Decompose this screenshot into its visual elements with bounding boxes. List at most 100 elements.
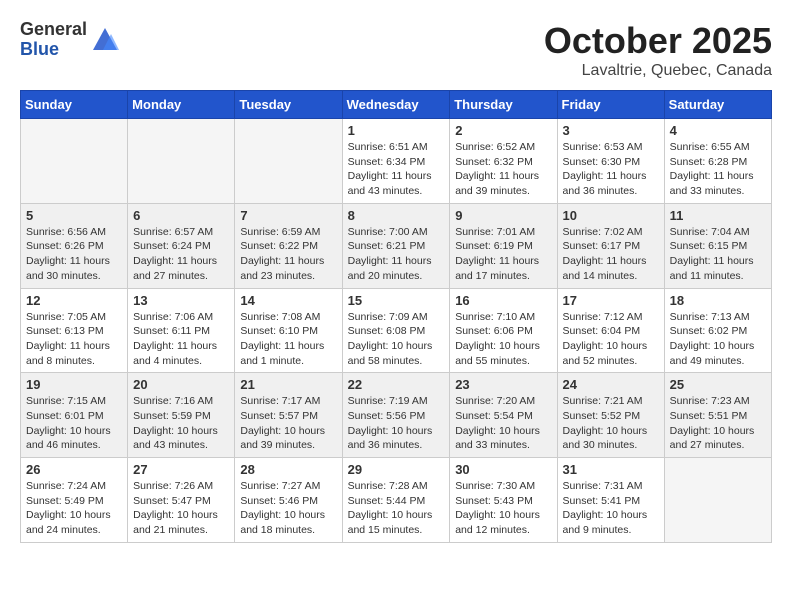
day-info: Sunrise: 7:10 AMSunset: 6:06 PMDaylight:… [455,310,551,369]
calendar-week-row: 5 Sunrise: 6:56 AMSunset: 6:26 PMDaylight… [21,203,772,288]
day-info: Sunrise: 7:08 AMSunset: 6:10 PMDaylight:… [240,310,336,369]
day-number: 30 [455,462,551,477]
calendar-cell: 5 Sunrise: 6:56 AMSunset: 6:26 PMDaylight… [21,203,128,288]
day-number: 14 [240,293,336,308]
day-number: 26 [26,462,122,477]
day-info: Sunrise: 7:28 AMSunset: 5:44 PMDaylight:… [348,479,445,538]
day-info: Sunrise: 7:13 AMSunset: 6:02 PMDaylight:… [670,310,766,369]
page-header: General Blue October 2025 Lavaltrie, Que… [20,20,772,80]
calendar-cell: 29 Sunrise: 7:28 AMSunset: 5:44 PMDayligh… [342,458,450,543]
calendar-week-row: 1Sunrise: 6:51 AMSunset: 6:34 PMDaylight… [21,119,772,204]
day-info: Sunrise: 7:01 AMSunset: 6:19 PMDaylight:… [455,225,551,284]
day-info: Sunrise: 7:16 AMSunset: 5:59 PMDaylight:… [133,394,229,453]
day-info: Sunrise: 7:30 AMSunset: 5:43 PMDaylight:… [455,479,551,538]
day-number: 23 [455,377,551,392]
day-number: 24 [563,377,659,392]
day-info: Sunrise: 6:53 AMSunset: 6:30 PMDaylight:… [563,140,659,199]
day-number: 16 [455,293,551,308]
day-number: 12 [26,293,122,308]
calendar-cell: 28 Sunrise: 7:27 AMSunset: 5:46 PMDayligh… [235,458,342,543]
logo: General Blue [20,20,119,60]
day-info: Sunrise: 6:51 AMSunset: 6:34 PMDaylight:… [348,140,445,199]
day-info: Sunrise: 7:23 AMSunset: 5:51 PMDaylight:… [670,394,766,453]
day-info: Sunrise: 7:21 AMSunset: 5:52 PMDaylight:… [563,394,659,453]
calendar-cell [664,458,771,543]
calendar-table: SundayMondayTuesdayWednesdayThursdayFrid… [20,90,772,543]
day-number: 5 [26,208,122,223]
calendar-cell: 17Sunrise: 7:12 AMSunset: 6:04 PMDayligh… [557,288,664,373]
calendar-cell: 24 Sunrise: 7:21 AMSunset: 5:52 PMDayligh… [557,373,664,458]
calendar-cell: 15 Sunrise: 7:09 AMSunset: 6:08 PMDayligh… [342,288,450,373]
weekday-header-row: SundayMondayTuesdayWednesdayThursdayFrid… [21,91,772,119]
calendar-cell: 26 Sunrise: 7:24 AMSunset: 5:49 PMDayligh… [21,458,128,543]
calendar-cell: 16 Sunrise: 7:10 AMSunset: 6:06 PMDayligh… [450,288,557,373]
calendar-cell: 12Sunrise: 7:05 AMSunset: 6:13 PMDayligh… [21,288,128,373]
day-info: Sunrise: 7:27 AMSunset: 5:46 PMDaylight:… [240,479,336,538]
location-text: Lavaltrie, Quebec, Canada [544,62,772,80]
calendar-cell: 11 Sunrise: 7:04 AMSunset: 6:15 PMDayligh… [664,203,771,288]
calendar-cell: 9 Sunrise: 7:01 AMSunset: 6:19 PMDaylight… [450,203,557,288]
day-info: Sunrise: 6:56 AMSunset: 6:26 PMDaylight:… [26,225,122,284]
day-info: Sunrise: 7:04 AMSunset: 6:15 PMDaylight:… [670,225,766,284]
calendar-cell: 20 Sunrise: 7:16 AMSunset: 5:59 PMDayligh… [128,373,235,458]
day-number: 11 [670,208,766,223]
day-number: 25 [670,377,766,392]
calendar-cell: 4Sunrise: 6:55 AMSunset: 6:28 PMDaylight… [664,119,771,204]
day-info: Sunrise: 7:12 AMSunset: 6:04 PMDaylight:… [563,310,659,369]
day-info: Sunrise: 7:06 AMSunset: 6:11 PMDaylight:… [133,310,229,369]
day-info: Sunrise: 6:59 AMSunset: 6:22 PMDaylight:… [240,225,336,284]
day-info: Sunrise: 7:00 AMSunset: 6:21 PMDaylight:… [348,225,445,284]
calendar-cell [128,119,235,204]
weekday-header-sunday: Sunday [21,91,128,119]
logo-blue-text: Blue [20,40,87,60]
calendar-cell: 2 Sunrise: 6:52 AMSunset: 6:32 PMDaylight… [450,119,557,204]
day-number: 29 [348,462,445,477]
day-number: 19 [26,377,122,392]
day-info: Sunrise: 7:20 AMSunset: 5:54 PMDaylight:… [455,394,551,453]
day-number: 6 [133,208,229,223]
weekday-header-saturday: Saturday [664,91,771,119]
calendar-cell: 3 Sunrise: 6:53 AMSunset: 6:30 PMDaylight… [557,119,664,204]
calendar-cell: 27 Sunrise: 7:26 AMSunset: 5:47 PMDayligh… [128,458,235,543]
calendar-cell: 7Sunrise: 6:59 AMSunset: 6:22 PMDaylight… [235,203,342,288]
day-info: Sunrise: 7:31 AMSunset: 5:41 PMDaylight:… [563,479,659,538]
calendar-cell: 6 Sunrise: 6:57 AMSunset: 6:24 PMDaylight… [128,203,235,288]
day-number: 15 [348,293,445,308]
title-block: October 2025 Lavaltrie, Quebec, Canada [544,20,772,80]
day-number: 28 [240,462,336,477]
weekday-header-monday: Monday [128,91,235,119]
logo-general-text: General [20,20,87,40]
day-info: Sunrise: 7:09 AMSunset: 6:08 PMDaylight:… [348,310,445,369]
calendar-week-row: 19Sunrise: 7:15 AMSunset: 6:01 PMDayligh… [21,373,772,458]
calendar-cell: 21 Sunrise: 7:17 AMSunset: 5:57 PMDayligh… [235,373,342,458]
day-info: Sunrise: 7:17 AMSunset: 5:57 PMDaylight:… [240,394,336,453]
calendar-week-row: 12Sunrise: 7:05 AMSunset: 6:13 PMDayligh… [21,288,772,373]
day-number: 21 [240,377,336,392]
day-number: 8 [348,208,445,223]
calendar-cell: 8 Sunrise: 7:00 AMSunset: 6:21 PMDaylight… [342,203,450,288]
day-number: 4 [670,123,766,138]
calendar-cell: 23 Sunrise: 7:20 AMSunset: 5:54 PMDayligh… [450,373,557,458]
day-info: Sunrise: 7:24 AMSunset: 5:49 PMDaylight:… [26,479,122,538]
day-info: Sunrise: 6:57 AMSunset: 6:24 PMDaylight:… [133,225,229,284]
day-number: 20 [133,377,229,392]
calendar-cell: 10Sunrise: 7:02 AMSunset: 6:17 PMDayligh… [557,203,664,288]
day-number: 27 [133,462,229,477]
calendar-cell: 22Sunrise: 7:19 AMSunset: 5:56 PMDayligh… [342,373,450,458]
day-number: 13 [133,293,229,308]
day-info: Sunrise: 7:26 AMSunset: 5:47 PMDaylight:… [133,479,229,538]
calendar-cell: 14 Sunrise: 7:08 AMSunset: 6:10 PMDayligh… [235,288,342,373]
calendar-cell: 19Sunrise: 7:15 AMSunset: 6:01 PMDayligh… [21,373,128,458]
calendar-cell: 13 Sunrise: 7:06 AMSunset: 6:11 PMDayligh… [128,288,235,373]
calendar-cell [235,119,342,204]
day-number: 10 [563,208,659,223]
day-number: 3 [563,123,659,138]
day-info: Sunrise: 7:19 AMSunset: 5:56 PMDaylight:… [348,394,445,453]
day-number: 9 [455,208,551,223]
calendar-cell [21,119,128,204]
calendar-cell: 18Sunrise: 7:13 AMSunset: 6:02 PMDayligh… [664,288,771,373]
day-info: Sunrise: 6:52 AMSunset: 6:32 PMDaylight:… [455,140,551,199]
logo-icon [91,26,119,54]
month-title: October 2025 [544,20,772,62]
day-number: 2 [455,123,551,138]
